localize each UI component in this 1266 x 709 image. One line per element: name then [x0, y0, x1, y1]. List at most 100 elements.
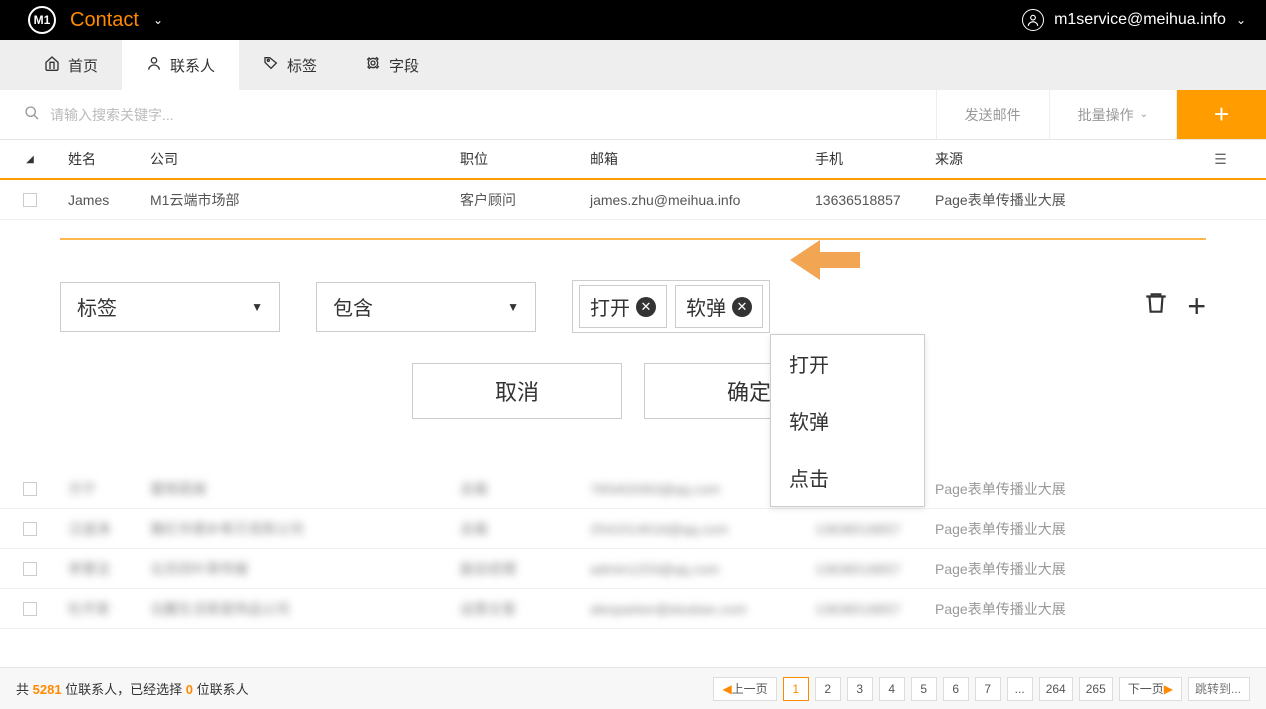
top-bar: M1 Contact ⌄ m1service@meihua.info ⌄	[0, 0, 1266, 40]
filter-tag-input[interactable]: 打开 ✕ 软弹 ✕	[572, 280, 770, 333]
cell-phone: 13636518857	[815, 192, 935, 208]
cell-source: Page表单传播业大展	[935, 559, 1175, 579]
tab-contacts[interactable]: 联系人	[122, 40, 239, 90]
filter-operator-dropdown[interactable]: 包含 ▼	[316, 282, 536, 332]
cell-company: M1云端市场部	[150, 190, 460, 210]
tab-fields[interactable]: 字段	[341, 40, 443, 90]
filter-operator-value: 包含	[333, 292, 373, 321]
row-checkbox[interactable]	[0, 193, 60, 207]
user-email: m1service@meihua.info	[1054, 11, 1226, 29]
filter-tag-label: 软弹	[686, 292, 726, 321]
tab-tags-label: 标签	[287, 55, 317, 76]
send-mail-label: 发送邮件	[965, 105, 1021, 125]
filter-divider	[60, 238, 1206, 240]
tab-home[interactable]: 首页	[20, 40, 122, 90]
delete-filter-icon[interactable]	[1143, 290, 1169, 323]
filter-tag: 软弹 ✕	[675, 285, 763, 328]
home-icon	[44, 55, 60, 76]
add-button[interactable]: +	[1176, 90, 1266, 139]
filter-field-value: 标签	[77, 292, 117, 321]
filter-buttons: 取消 确定	[60, 363, 1206, 419]
tag-option[interactable]: 打开	[771, 335, 924, 392]
cell-position: 客户顾问	[460, 190, 590, 210]
tag-remove-icon[interactable]: ✕	[636, 297, 656, 317]
search-input[interactable]	[50, 107, 936, 123]
prev-page-button[interactable]: ◀上一页	[713, 677, 776, 701]
tag-remove-icon[interactable]: ✕	[732, 297, 752, 317]
col-company[interactable]: 公司	[150, 149, 460, 169]
pagination: ◀上一页 1 2 3 4 5 6 7 ... 264 265 下一页▶	[713, 677, 1250, 701]
user-chevron-icon[interactable]: ⌄	[1236, 13, 1246, 27]
next-page-button[interactable]: 下一页▶	[1119, 677, 1182, 701]
tags-icon	[263, 55, 279, 76]
filter-tag: 打开 ✕	[579, 285, 667, 328]
table-row[interactable]: 杜齐家北醒生活家居饰品公司运营主管alexparker@douban.com13…	[0, 589, 1266, 629]
table-header: ◢ 姓名 公司 职位 邮箱 手机 来源 ☰	[0, 140, 1266, 180]
footer: 共 5281 位联系人，已经选择 0 位联系人 ◀上一页 1 2 3 4 5 6…	[0, 667, 1266, 709]
cell-source: Page表单传播业大展	[935, 599, 1175, 619]
page-button[interactable]: 4	[879, 677, 905, 701]
add-filter-icon[interactable]: +	[1187, 288, 1206, 325]
user-icon	[1022, 9, 1044, 31]
nav-tabs: 首页 联系人 标签 字段	[0, 40, 1266, 90]
contacts-table: ◢ 姓名 公司 职位 邮箱 手机 来源 ☰ James M1云端市场部 客户顾问…	[0, 140, 1266, 220]
col-email[interactable]: 邮箱	[590, 149, 815, 169]
col-phone[interactable]: 手机	[815, 149, 935, 169]
cancel-button[interactable]: 取消	[412, 363, 622, 419]
tab-tags[interactable]: 标签	[239, 40, 341, 90]
tag-option[interactable]: 软弹	[771, 392, 924, 449]
page-button[interactable]: 2	[815, 677, 841, 701]
footer-summary: 共 5281 位联系人，已经选择 0 位联系人	[16, 679, 249, 698]
table-row[interactable]: 方宁雷雨孤城总裁765402063@qq.com13636518857 Page…	[0, 469, 1266, 509]
brand-chevron-icon[interactable]: ⌄	[153, 13, 163, 27]
page-ellipsis: ...	[1007, 677, 1033, 701]
page-button[interactable]: 3	[847, 677, 873, 701]
page-button[interactable]: 265	[1079, 677, 1113, 701]
caret-down-icon: ▼	[251, 300, 263, 314]
cell-source: Page表单传播业大展	[935, 190, 1175, 210]
selected-count: 0	[186, 682, 193, 697]
filter-field-dropdown[interactable]: 标签 ▼	[60, 282, 280, 332]
filter-actions: +	[1143, 288, 1206, 325]
page-button[interactable]: 6	[943, 677, 969, 701]
col-settings[interactable]: ☰	[1175, 151, 1266, 168]
tab-contacts-label: 联系人	[170, 55, 215, 76]
col-name[interactable]: 姓名	[60, 149, 150, 169]
caret-down-icon: ▼	[507, 300, 519, 314]
cell-source: Page表单传播业大展	[935, 479, 1175, 499]
tab-home-label: 首页	[68, 55, 98, 76]
user-menu[interactable]: m1service@meihua.info ⌄	[1022, 9, 1246, 31]
table-row[interactable]: 汪道涛雅红市德乡希贝克陈公司总裁2541514016@qq.com1363651…	[0, 509, 1266, 549]
columns-icon: ☰	[1214, 151, 1227, 168]
toolbar: 发送邮件 批量操作⌄ +	[0, 90, 1266, 140]
blurred-rows: 方宁雷雨孤城总裁765402063@qq.com13636518857 Page…	[0, 469, 1266, 629]
search-icon	[24, 105, 40, 124]
tag-options-menu: 打开 软弹 点击	[770, 334, 925, 507]
topbar-left: M1 Contact ⌄	[28, 6, 163, 34]
jump-to-page-input[interactable]	[1188, 677, 1250, 701]
table-row[interactable]: 李慧洁北京四叶草传媒副总经理admin1203@qq.com1363651885…	[0, 549, 1266, 589]
bulk-action-label: 批量操作	[1078, 105, 1134, 125]
search-wrap	[0, 90, 936, 139]
col-source[interactable]: 来源	[935, 149, 1175, 169]
col-position[interactable]: 职位	[460, 149, 590, 169]
send-mail-button[interactable]: 发送邮件	[936, 90, 1049, 139]
page-button[interactable]: 7	[975, 677, 1001, 701]
page-button[interactable]: 5	[911, 677, 937, 701]
filter-panel: 标签 ▼ 包含 ▼ 打开 ✕ 软弹 ✕ + 打开 软弹 点击 取消 确定	[0, 238, 1266, 419]
fields-icon	[365, 55, 381, 76]
contacts-icon	[146, 55, 162, 76]
cell-email: james.zhu@meihua.info	[590, 192, 815, 208]
app-logo: M1	[28, 6, 56, 34]
select-all-checkbox[interactable]: ◢	[0, 154, 60, 165]
brand-name[interactable]: Contact	[70, 9, 139, 32]
page-button[interactable]: 1	[783, 677, 809, 701]
tab-fields-label: 字段	[389, 55, 419, 76]
table-row[interactable]: James M1云端市场部 客户顾问 james.zhu@meihua.info…	[0, 180, 1266, 220]
annotation-arrow-icon	[790, 235, 860, 288]
plus-icon: +	[1214, 99, 1229, 130]
tag-option[interactable]: 点击	[771, 449, 924, 506]
filter-tag-label: 打开	[590, 292, 630, 321]
page-button[interactable]: 264	[1039, 677, 1073, 701]
bulk-action-button[interactable]: 批量操作⌄	[1049, 90, 1176, 139]
